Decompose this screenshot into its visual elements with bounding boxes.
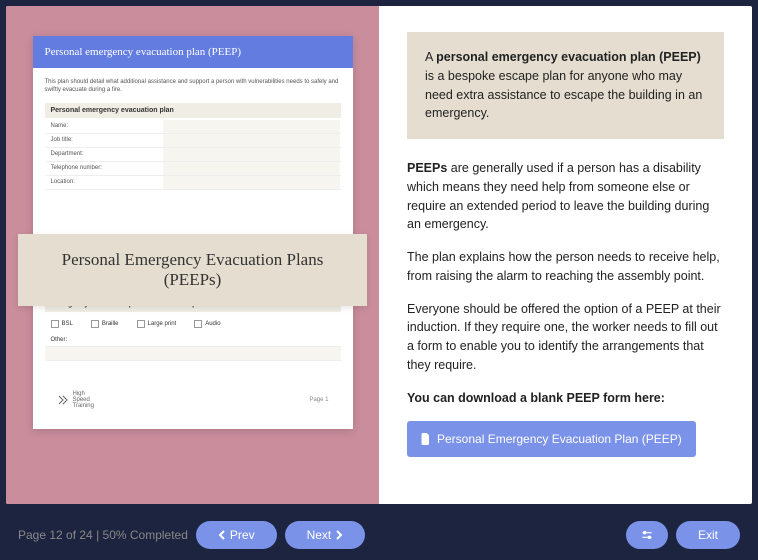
- exit-button[interactable]: Exit: [676, 521, 740, 549]
- chevron-right-icon: [335, 530, 343, 540]
- field-label: Telephone number:: [45, 162, 163, 175]
- field-value: [163, 176, 341, 189]
- footer-bar: Page 12 of 24 | 50% Completed Prev Next …: [0, 510, 758, 560]
- hst-logo: High Speed Training: [57, 391, 94, 409]
- file-icon: [421, 433, 431, 445]
- doc-row: Job title:: [45, 134, 341, 148]
- doc-row: [45, 347, 341, 361]
- paragraph-3: Everyone should be offered the option of…: [407, 300, 724, 375]
- paragraph-1: PEEPs are generally used if a person has…: [407, 159, 724, 234]
- prev-button[interactable]: Prev: [196, 521, 277, 549]
- document-preview: Personal emergency evacuation plan (PEEP…: [33, 36, 353, 429]
- doc-row: Name:: [45, 120, 341, 134]
- doc-row: Telephone number:: [45, 162, 341, 176]
- gear-icon: [640, 528, 654, 542]
- field-label: Job title:: [45, 134, 163, 147]
- doc-header: Personal emergency evacuation plan (PEEP…: [33, 36, 353, 68]
- right-panel: A personal emergency evacuation plan (PE…: [379, 6, 752, 504]
- doc-checks: BSL Braille Large print Audio: [45, 314, 341, 334]
- doc-row: Department:: [45, 148, 341, 162]
- field-label: Name:: [45, 120, 163, 133]
- check-large: Large print: [137, 320, 177, 328]
- title-overlay: Personal Emergency Evacuation Plans (PEE…: [18, 234, 367, 306]
- callout-bold: personal emergency evacuation plan (PEEP…: [436, 50, 701, 64]
- doc-row: Location:: [45, 176, 341, 190]
- check-audio: Audio: [194, 320, 220, 328]
- field-value: [163, 134, 341, 147]
- doc-page-num: Page 1: [309, 397, 328, 403]
- download-button[interactable]: Personal Emergency Evacuation Plan (PEEP…: [407, 421, 696, 457]
- field-value: [163, 120, 341, 133]
- settings-button[interactable]: [626, 521, 668, 549]
- check-braille: Braille: [91, 320, 119, 328]
- page-status: Page 12 of 24 | 50% Completed: [18, 528, 188, 542]
- paragraph-2: The plan explains how the person needs t…: [407, 248, 724, 286]
- field-value: [163, 162, 341, 175]
- field-label: Department:: [45, 148, 163, 161]
- paragraph-4: You can download a blank PEEP form here:: [407, 389, 724, 408]
- doc-other: Other:: [45, 334, 341, 347]
- next-button[interactable]: Next: [285, 521, 366, 549]
- doc-footer: High Speed Training Page 1: [45, 381, 341, 419]
- field-label: Location:: [45, 176, 163, 189]
- left-panel: Personal emergency evacuation plan (PEEP…: [6, 6, 379, 504]
- doc-description: This plan should detail what additional …: [45, 78, 341, 95]
- check-bsl: BSL: [51, 320, 73, 328]
- doc-section-1: Personal emergency evacuation plan: [45, 103, 341, 118]
- callout-box: A personal emergency evacuation plan (PE…: [407, 32, 724, 139]
- field-value: [163, 148, 341, 161]
- download-label: Personal Emergency Evacuation Plan (PEEP…: [437, 430, 682, 448]
- main-content: Personal emergency evacuation plan (PEEP…: [6, 6, 752, 504]
- chevron-left-icon: [218, 530, 226, 540]
